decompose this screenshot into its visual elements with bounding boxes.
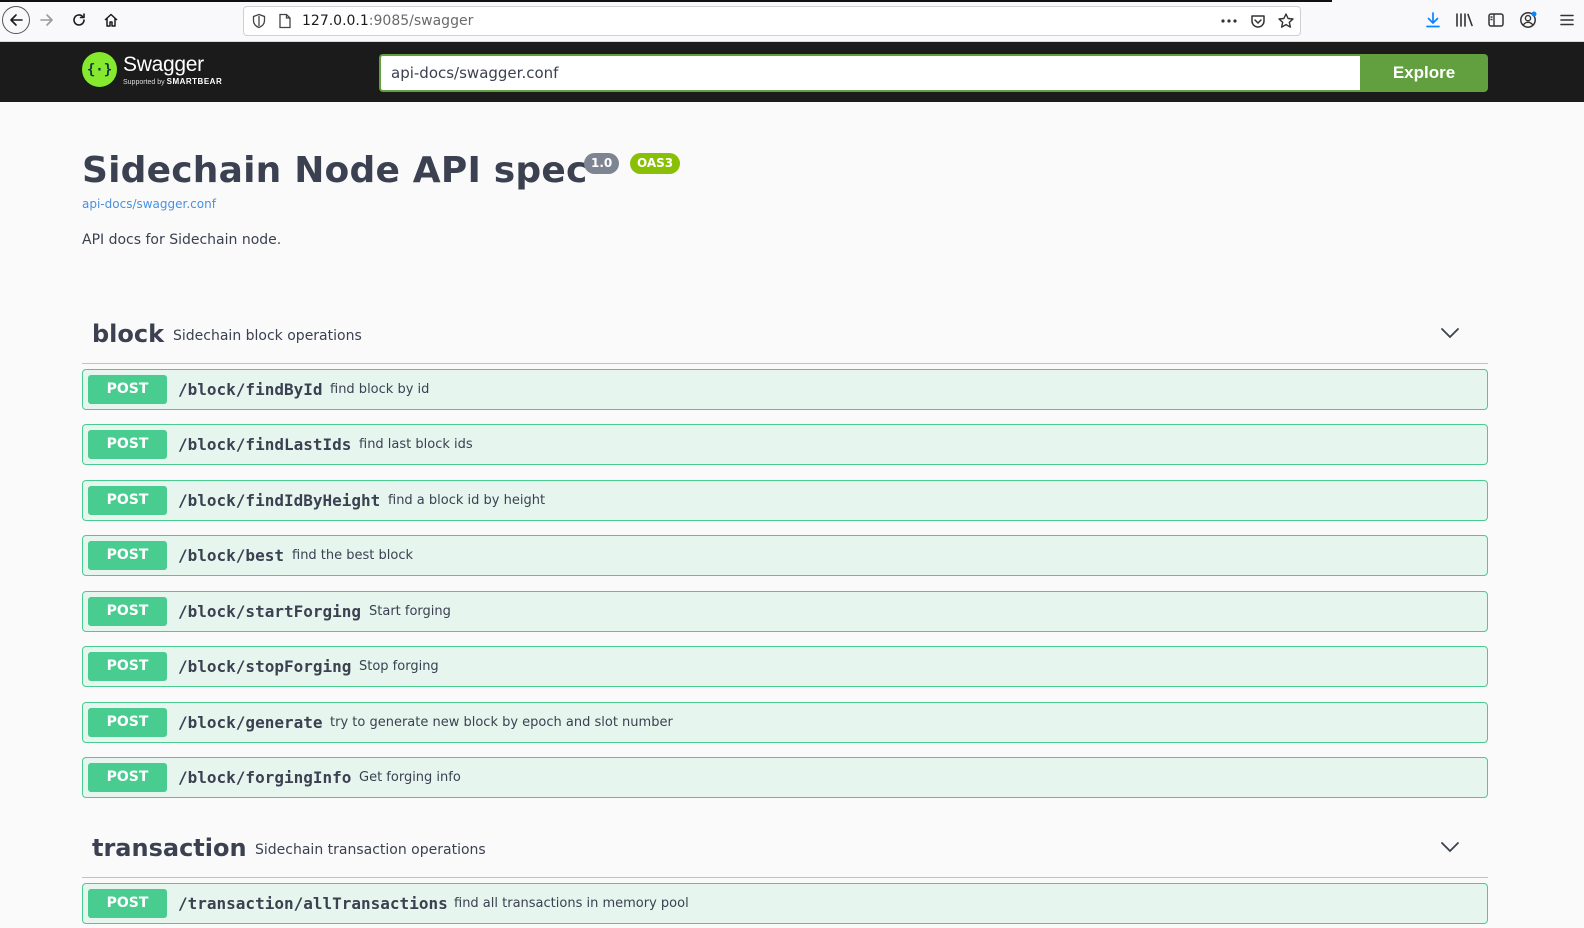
home-icon — [104, 13, 118, 27]
menu-icon[interactable] — [1556, 9, 1578, 31]
method-badge: POST — [88, 597, 167, 626]
operation-summary: find a block id by height — [388, 493, 546, 508]
operation-path: /block/startForging — [178, 602, 362, 621]
logo-brand: Swagger — [123, 52, 204, 76]
chevron-down-icon[interactable] — [1440, 326, 1460, 340]
method-badge: POST — [88, 430, 167, 459]
library-icon[interactable] — [1453, 9, 1475, 31]
logo-support-prefix: Supported by — [123, 78, 165, 86]
method-badge: POST — [88, 541, 167, 570]
operation-summary: find block by id — [330, 382, 430, 397]
method-badge: POST — [88, 763, 167, 792]
operation-summary: Stop forging — [359, 659, 439, 674]
tag-description: Sidechain block operations — [173, 328, 362, 344]
operation-row[interactable]: POST /block/forgingInfo Get forging info — [82, 757, 1488, 798]
operation-path: /block/findById — [178, 380, 323, 399]
sidebar-icon[interactable] — [1485, 9, 1507, 31]
bookmark-star-icon[interactable] — [1277, 12, 1295, 30]
tag-header-block[interactable]: block Sidechain block operations — [82, 306, 1488, 364]
back-button[interactable] — [2, 6, 30, 34]
method-badge: POST — [88, 375, 167, 404]
logo-support-text: Supported by SMARTBEAR — [123, 77, 222, 86]
operation-row[interactable]: POST /block/findById find block by id — [82, 369, 1488, 410]
method-badge: POST — [88, 486, 167, 515]
operation-path: /block/findIdByHeight — [178, 491, 381, 510]
operation-row[interactable]: POST /block/findIdByHeight find a block … — [82, 480, 1488, 521]
explore-button[interactable]: Explore — [1360, 54, 1488, 92]
tracking-shield-icon[interactable] — [251, 13, 267, 29]
url-text[interactable]: 127.0.0.1:9085/swagger — [302, 13, 473, 29]
url-host: 127.0.0.1 — [302, 13, 369, 29]
operation-path: /block/findLastIds — [178, 435, 352, 454]
spec-url-link[interactable]: api-docs/swagger.conf — [82, 197, 216, 211]
downloads-icon[interactable] — [1422, 9, 1444, 31]
tag-header-transaction[interactable]: transaction Sidechain transaction operat… — [82, 820, 1488, 878]
operation-row[interactable]: POST /block/best find the best block — [82, 535, 1488, 576]
spec-url-input[interactable]: api-docs/swagger.conf — [379, 54, 1361, 92]
operation-row[interactable]: POST /block/startForging Start forging — [82, 591, 1488, 632]
tab-strip-edge — [0, 0, 1332, 2]
arrow-right-icon — [40, 14, 53, 26]
reload-icon — [73, 13, 85, 26]
operation-path: /block/generate — [178, 713, 323, 732]
method-badge: POST — [88, 708, 167, 737]
arrow-left-icon — [10, 14, 23, 26]
tag-name: transaction — [92, 834, 247, 862]
pocket-icon[interactable] — [1249, 12, 1267, 30]
operation-path: /transaction/allTransactions — [178, 894, 448, 913]
swagger-logo[interactable]: {·} Swagger Supported by SMARTBEAR — [82, 52, 222, 87]
address-bar[interactable]: 127.0.0.1:9085/swagger — [243, 6, 1301, 36]
method-badge: POST — [88, 889, 167, 918]
logo-support-brand: SMARTBEAR — [166, 76, 223, 86]
operation-path: /block/best — [178, 546, 284, 565]
api-title: Sidechain Node API spec — [82, 150, 588, 191]
operation-row[interactable]: POST /block/findLastIds find last block … — [82, 424, 1488, 465]
operation-summary: find all transactions in memory pool — [454, 896, 689, 911]
operation-row[interactable]: POST /block/generate try to generate new… — [82, 702, 1488, 743]
page-icon[interactable] — [278, 13, 292, 29]
browser-toolbar: 127.0.0.1:9085/swagger — [0, 0, 1584, 42]
forward-button[interactable] — [34, 7, 60, 33]
operation-row[interactable]: POST /transaction/allTransactions find a… — [82, 883, 1488, 924]
operation-path: /block/forgingInfo — [178, 768, 352, 787]
oas-badge: OAS3 — [630, 153, 681, 174]
operation-summary: find the best block — [292, 548, 414, 563]
account-icon[interactable] — [1517, 9, 1539, 31]
operation-path: /block/stopForging — [178, 657, 352, 676]
operation-summary: Start forging — [369, 604, 451, 619]
more-actions-icon[interactable] — [1219, 12, 1239, 30]
operation-row[interactable]: POST /block/stopForging Stop forging — [82, 646, 1488, 687]
swagger-logo-icon: {·} — [82, 52, 117, 87]
api-description: API docs for Sidechain node. — [82, 232, 282, 248]
swagger-topbar: {·} Swagger Supported by SMARTBEAR api-d… — [0, 42, 1584, 102]
tag-name: block — [92, 320, 165, 348]
version-badge: 1.0 — [584, 153, 620, 174]
operation-summary: Get forging info — [359, 770, 461, 785]
home-button[interactable] — [98, 7, 124, 33]
chevron-down-icon[interactable] — [1440, 840, 1460, 854]
reload-button[interactable] — [66, 7, 92, 33]
tag-description: Sidechain transaction operations — [255, 842, 486, 858]
url-path: :9085/swagger — [368, 13, 474, 29]
operation-summary: try to generate new block by epoch and s… — [330, 715, 673, 730]
operation-summary: find last block ids — [359, 437, 473, 452]
method-badge: POST — [88, 652, 167, 681]
